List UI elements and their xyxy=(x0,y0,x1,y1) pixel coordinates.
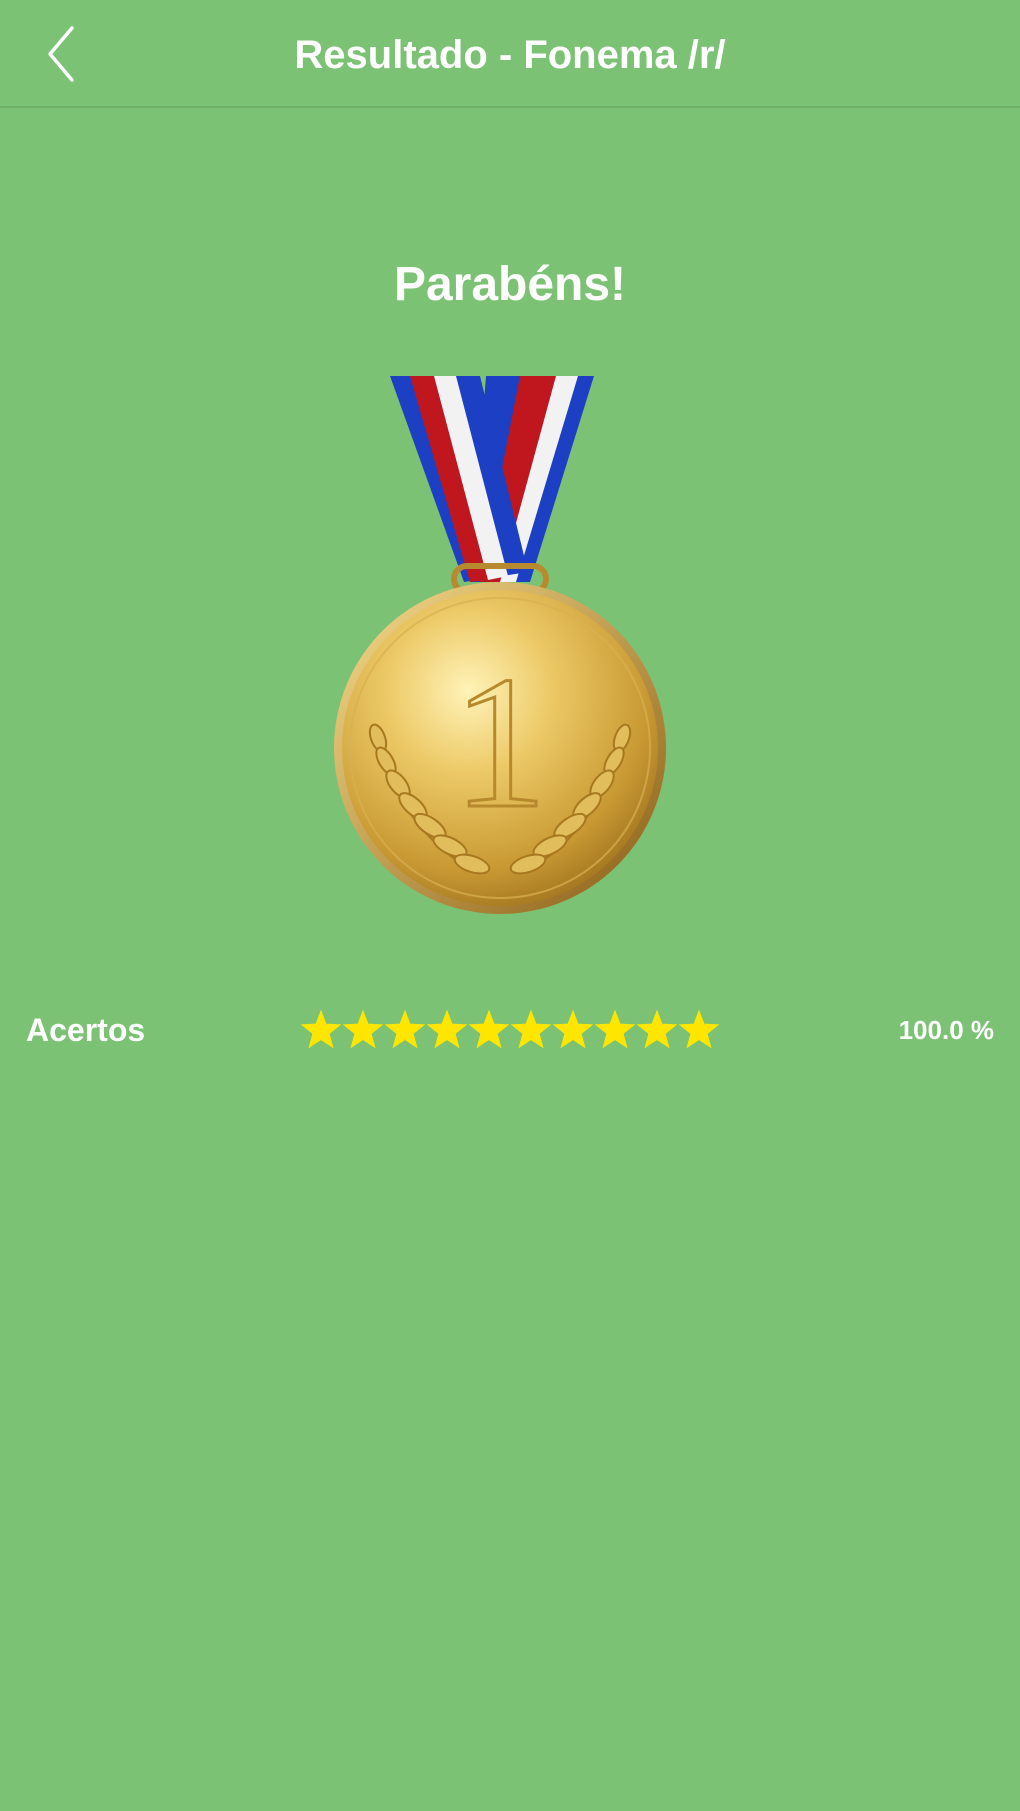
star-icon xyxy=(468,1009,510,1049)
gold-medal-icon: 1 xyxy=(334,376,666,914)
congratulations-heading: Parabéns! xyxy=(393,258,627,311)
star-icon xyxy=(678,1009,720,1049)
star-rating xyxy=(300,1009,720,1051)
star-icon xyxy=(510,1009,552,1049)
star-icon xyxy=(636,1009,678,1049)
star-icon xyxy=(300,1009,342,1049)
star-icon xyxy=(342,1009,384,1049)
star-icon xyxy=(594,1009,636,1049)
star-icon xyxy=(384,1009,426,1049)
star-icon xyxy=(426,1009,468,1049)
page-title: Resultado - Fonema /r/ xyxy=(294,33,726,77)
navigation-bar: Resultado - Fonema /r/ xyxy=(0,0,1020,108)
score-row: Acertos 100.0 % xyxy=(0,1000,1020,1060)
score-label: Acertos xyxy=(26,1012,146,1048)
back-button[interactable] xyxy=(40,22,100,86)
star-icon xyxy=(552,1009,594,1049)
medal-number: 1 xyxy=(453,638,548,848)
score-percentage: 100.0 % xyxy=(898,1015,994,1045)
chevron-left-icon xyxy=(48,26,74,82)
